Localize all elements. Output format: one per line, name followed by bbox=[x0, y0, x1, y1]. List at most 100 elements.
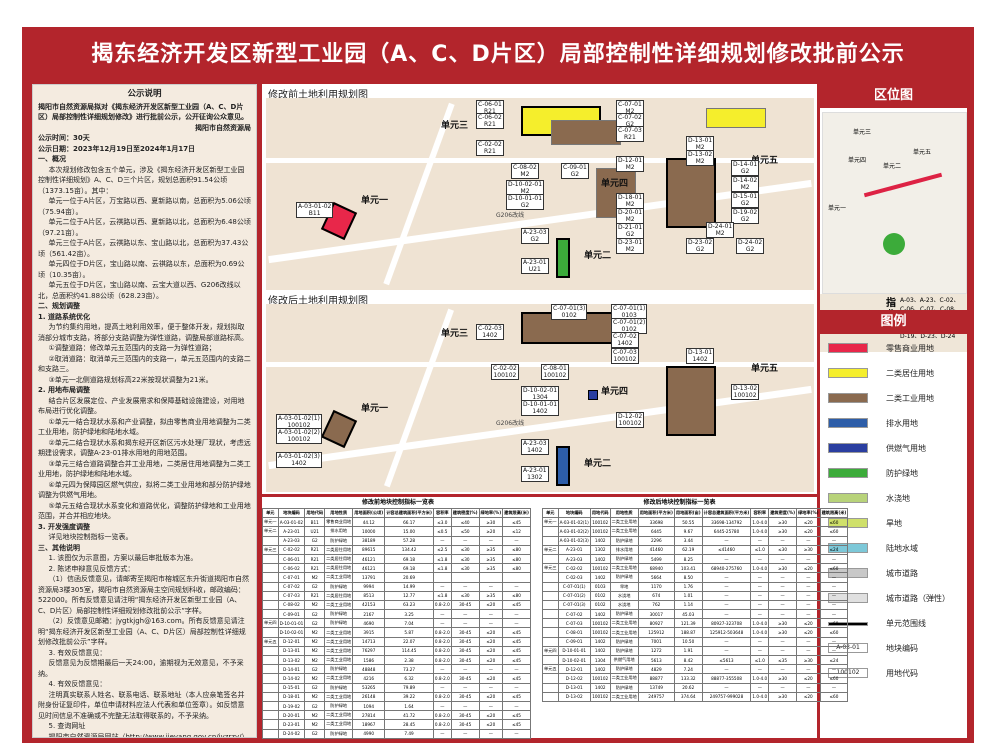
table-cell: 防护绿地 bbox=[609, 609, 639, 620]
table-cell: 57.28 bbox=[384, 535, 434, 546]
table-after-caption: 修改后地块控制指标一览表 bbox=[643, 499, 716, 506]
table-cell: 69.18 bbox=[384, 553, 434, 565]
table-before-caption: 修改前地块控制指标一览表 bbox=[361, 499, 434, 506]
table-header-cell: 容积率 bbox=[750, 507, 770, 519]
table-cell: 二类工业用地 bbox=[324, 691, 354, 702]
legend-item: 水浇地 bbox=[826, 492, 966, 506]
parcel-code: A-23-01 1302 bbox=[521, 466, 549, 482]
parcel-code: D-18-01 M2 bbox=[616, 193, 645, 209]
table-cell: C-07-03 bbox=[557, 618, 591, 629]
table-cell: C-06-01 bbox=[277, 553, 306, 565]
parcel-code: C-07-03 R21 bbox=[616, 126, 644, 142]
table-cell bbox=[262, 590, 279, 601]
table-cell: 二类工业用地 bbox=[324, 636, 354, 647]
table-header-cell: 容积率 bbox=[432, 507, 452, 519]
table-cell: 1.64 bbox=[384, 700, 434, 712]
table-cell: G2 bbox=[304, 664, 326, 675]
table-row: 单元四 D-10-01-01 G2 防护绿地 4690 7.04— — — — bbox=[262, 618, 531, 629]
table-cell bbox=[262, 535, 279, 546]
legend-label: 城市道路 bbox=[886, 569, 918, 578]
table-cell bbox=[542, 654, 559, 666]
table-cell bbox=[542, 691, 559, 702]
table-cell: 45.03 bbox=[673, 609, 703, 620]
table-cell: ≥30 bbox=[768, 526, 797, 537]
legend-label: 用地代码 bbox=[886, 669, 918, 678]
table-row: C-07-01(3) 0102 水浇地 762 1.14— — — — — bbox=[542, 599, 849, 611]
table-header-cell: 单元 bbox=[542, 507, 559, 519]
table-cell: ≤30 bbox=[450, 553, 480, 565]
table-cell: — bbox=[819, 599, 849, 611]
table-cell: C-06-02 bbox=[277, 563, 306, 574]
table-header-cell: 建筑密度(%) bbox=[450, 507, 480, 519]
table-cell bbox=[542, 609, 559, 620]
table-cell: 674 bbox=[637, 590, 675, 601]
table-header-cell: 用地面积(公顷) bbox=[352, 507, 386, 519]
table-cell: 二类工业用地 bbox=[609, 691, 639, 702]
table-cell: D-18-01 bbox=[277, 691, 306, 702]
table-cell: — bbox=[701, 535, 752, 546]
table-row: 单元三 C-02-02 R21 二类居住用地 89615 134.42 ≤2.5 ≤30 ≥35… bbox=[262, 544, 531, 555]
parcel-code: D-14-01 G2 bbox=[731, 160, 760, 176]
table-cell: ≤20 bbox=[478, 654, 504, 666]
table-cell: — bbox=[750, 581, 770, 592]
unit-label: 单元三 bbox=[441, 121, 469, 131]
page-title: 揭东经济开发区新型工业园（A、C、D片区）局部控制性详细规划修改批前公示 bbox=[91, 42, 905, 67]
table-cell: — bbox=[701, 590, 752, 601]
table-header-cell: 用地性质 bbox=[324, 507, 354, 519]
table-row: 单元四 D-10-01-01 1402 防护绿地 1272 1.91— — — — — bbox=[542, 645, 849, 657]
table-cell: — bbox=[768, 599, 797, 611]
table-cell: ≤24 bbox=[819, 544, 849, 555]
table-cell: D-13-02 bbox=[557, 691, 591, 702]
table-cell: — bbox=[750, 664, 770, 675]
table-cell: 1402 bbox=[589, 636, 611, 647]
table-cell bbox=[542, 553, 559, 565]
table-cell: D-13-01 bbox=[557, 682, 591, 693]
table-row: C-09-01 G2 防护绿地 2167 3.25— — — — bbox=[262, 609, 531, 620]
table-cell: 30-45 bbox=[450, 599, 480, 611]
notice-line: ②取消道路：取消单元三范围内的支路一，单元五范围内的支路二和支路三。 bbox=[38, 354, 251, 374]
legend-label: 供燃气用地 bbox=[886, 444, 926, 453]
table-cell: 0.8-2.0 bbox=[432, 599, 452, 611]
table-cell: 20.69 bbox=[384, 572, 434, 583]
table-row: C-07-03 100102 二类工业用地 80927 121.39 80927-3237… bbox=[542, 618, 849, 629]
table-cell: 1.76 bbox=[673, 581, 703, 592]
table-cell: 7.49 bbox=[384, 728, 434, 739]
unit-label: 单元五 bbox=[751, 364, 779, 374]
table-cell bbox=[502, 572, 531, 583]
unit-label: 单元五 bbox=[913, 149, 932, 156]
table-cell: — bbox=[750, 609, 770, 620]
table-cell: — bbox=[701, 636, 752, 647]
table-cell: 18967 bbox=[352, 719, 386, 730]
table-cell: 8.25 bbox=[673, 553, 703, 565]
table-cell: ≤60 bbox=[819, 673, 849, 684]
table-cell: 二类居住用地 bbox=[324, 544, 354, 555]
table-cell: ≤20 bbox=[478, 645, 504, 657]
table-cell: ≤30 bbox=[450, 563, 480, 574]
table-cell: R21 bbox=[304, 563, 326, 574]
table-cell: 1304 bbox=[589, 654, 611, 666]
table-cell: 1402 bbox=[589, 664, 611, 675]
table-header-cell: 计容总建筑面积(平方米) bbox=[384, 507, 434, 519]
table-cell: ≤20 bbox=[795, 517, 821, 528]
table-cell: 防护绿地 bbox=[609, 572, 639, 583]
table-cell: 单元三 bbox=[542, 563, 559, 574]
road bbox=[863, 172, 943, 198]
table-cell: 14.99 bbox=[384, 581, 434, 592]
table-cell: — bbox=[819, 636, 849, 647]
table-cell: — bbox=[819, 682, 849, 693]
table-cell: — bbox=[819, 581, 849, 592]
table-cell: ≤24 bbox=[819, 654, 849, 666]
notice-line: （2）反馈意见邮箱：jygtkjgh@163.com。所有反馈意见请注明“揭东经… bbox=[38, 617, 246, 646]
table-cell: 8.42 bbox=[673, 654, 703, 666]
table-cell: M2 bbox=[304, 710, 326, 721]
parcel-code: D-20-01 M2 bbox=[616, 208, 645, 224]
table-cell: ≤0.5 bbox=[432, 526, 452, 537]
table-cell: — bbox=[450, 682, 480, 693]
notice-section-heading: 一、概况 bbox=[38, 155, 66, 163]
unit-label: 单元二 bbox=[584, 459, 612, 469]
table-cell: 1.0-4.0 bbox=[750, 563, 770, 574]
table-cell: ≤80 bbox=[502, 544, 531, 555]
table-cell: 1272 bbox=[637, 645, 675, 657]
parcel-code: C-02-02 100102 bbox=[491, 364, 519, 380]
table-cell: 1.14 bbox=[673, 599, 703, 611]
